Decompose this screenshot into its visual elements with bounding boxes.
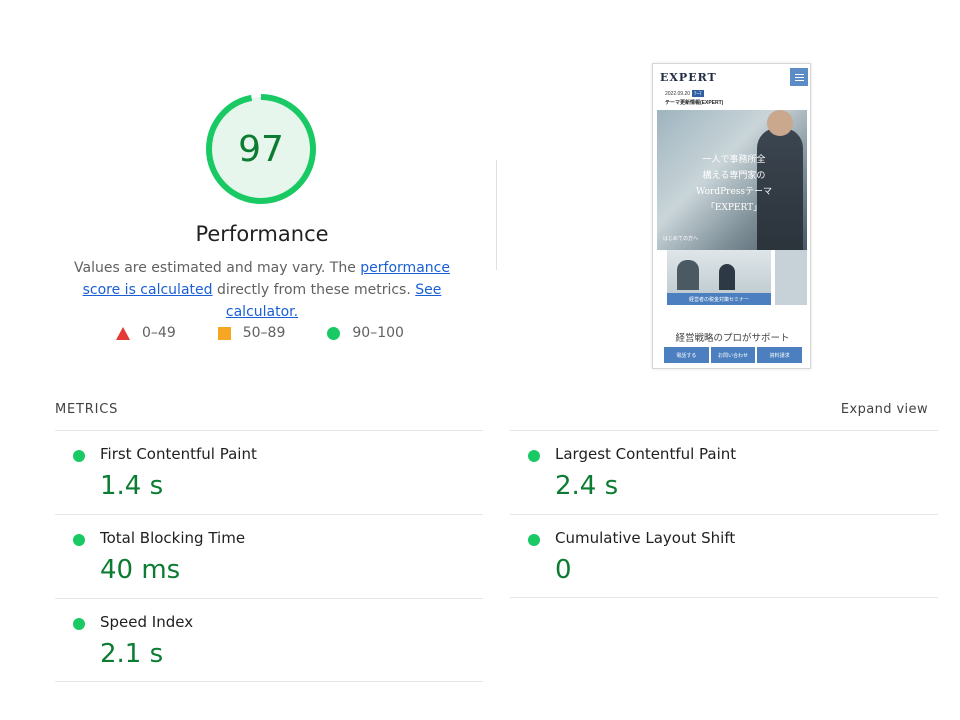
orange-square-icon xyxy=(217,326,231,340)
hero-line: 「EXPERT」 xyxy=(705,203,763,213)
metric-label: Largest Contentful Paint xyxy=(555,445,737,463)
hamburger-menu-icon xyxy=(790,68,808,86)
screenshot-tag: ﾃｰﾏ xyxy=(692,90,704,97)
metric-value: 2.1 s xyxy=(100,639,164,669)
vertical-divider xyxy=(496,160,497,270)
screenshot-date: 2022.09.20 ﾃｰﾏ xyxy=(665,90,704,97)
score-gauge: 97 xyxy=(204,92,318,206)
card-person-icon xyxy=(719,264,735,290)
metric-label: Cumulative Layout Shift xyxy=(555,529,736,547)
category-description: Values are estimated and may vary. The p… xyxy=(60,257,464,323)
expand-view-button[interactable]: Expand view xyxy=(841,402,928,417)
metric-largest-contentful-paint: Largest Contentful Paint 2.4 s xyxy=(510,430,938,514)
legend-item-fail: 0–49 xyxy=(116,325,176,341)
hero-line: 一人で事務所全 xyxy=(702,155,766,165)
green-circle-icon xyxy=(327,326,341,340)
hero-line: WordPressテーマ xyxy=(695,187,773,197)
green-circle-icon xyxy=(73,618,85,630)
next-card xyxy=(775,250,807,305)
green-circle-icon xyxy=(528,534,540,546)
card-label: 経営者の税金対策セミナー xyxy=(667,293,771,305)
green-circle-icon xyxy=(73,534,85,546)
green-circle-icon xyxy=(528,450,540,462)
metrics-divider xyxy=(55,681,483,682)
legend-range: 0–49 xyxy=(142,325,176,341)
metric-label: Speed Index xyxy=(100,613,194,631)
metric-value: 0 xyxy=(555,555,572,585)
card-person-icon xyxy=(677,260,699,290)
category-title: Performance xyxy=(195,222,329,246)
hero-person-head xyxy=(767,110,793,136)
red-triangle-icon xyxy=(116,326,130,340)
metric-total-blocking-time: Total Blocking Time 40 ms xyxy=(55,514,483,598)
screenshot-news: テーマ更新情報(EXPERT) xyxy=(665,100,724,106)
screenshot-logo: EXPERT xyxy=(660,71,717,84)
metrics-title: METRICS xyxy=(55,402,119,417)
screenshot-cards: 経営者の税金対策セミナー xyxy=(657,250,807,305)
brochure-button: 資料請求 xyxy=(757,347,803,363)
metric-first-contentful-paint: First Contentful Paint 1.4 s xyxy=(55,430,483,514)
screenshot-header: EXPERT xyxy=(653,64,810,90)
description-prefix: Values are estimated and may vary. The xyxy=(74,260,361,276)
legend-range: 90–100 xyxy=(352,325,404,341)
legend-range: 50–89 xyxy=(242,325,286,341)
call-button: 電話する xyxy=(664,347,709,363)
final-screenshot[interactable]: EXPERT 2022.09.20 ﾃｰﾏ テーマ更新情報(EXPERT) 一人で… xyxy=(652,63,811,369)
legend-item-average: 50–89 xyxy=(217,325,286,341)
metric-value: 2.4 s xyxy=(555,471,619,501)
hero-text: 一人で事務所全 構える専門家の WordPressテーマ 「EXPERT」 xyxy=(679,152,789,216)
metric-label: First Contentful Paint xyxy=(100,445,257,463)
hero-line: 構える専門家の xyxy=(702,171,766,181)
screenshot-tagline: 経営戦略のプロがサポート xyxy=(675,333,790,344)
metric-value: 40 ms xyxy=(100,555,181,585)
legend-item-pass: 90–100 xyxy=(327,325,404,341)
screenshot-buttons: 電話する お問い合わせ 資料請求 xyxy=(664,347,803,363)
metrics-divider xyxy=(510,597,938,598)
score-legend: 0–49 50–89 90–100 xyxy=(116,322,404,344)
metric-cumulative-layout-shift: Cumulative Layout Shift 0 xyxy=(510,514,938,598)
contact-button: お問い合わせ xyxy=(710,347,756,363)
screenshot-hero-image: 一人で事務所全 構える専門家の WordPressテーマ 「EXPERT」 はじ… xyxy=(657,110,807,250)
score-value: 97 xyxy=(238,128,284,170)
metric-label: Total Blocking Time xyxy=(100,529,246,547)
metric-speed-index: Speed Index 2.1 s xyxy=(55,598,483,682)
description-middle: directly from these metrics. xyxy=(212,282,416,298)
seminar-card: 経営者の税金対策セミナー xyxy=(667,250,771,305)
metric-value: 1.4 s xyxy=(100,471,164,501)
green-circle-icon xyxy=(73,450,85,462)
screenshot-date-text: 2022.09.20 xyxy=(665,91,691,97)
hero-caption: はじめての方へ xyxy=(663,236,699,242)
